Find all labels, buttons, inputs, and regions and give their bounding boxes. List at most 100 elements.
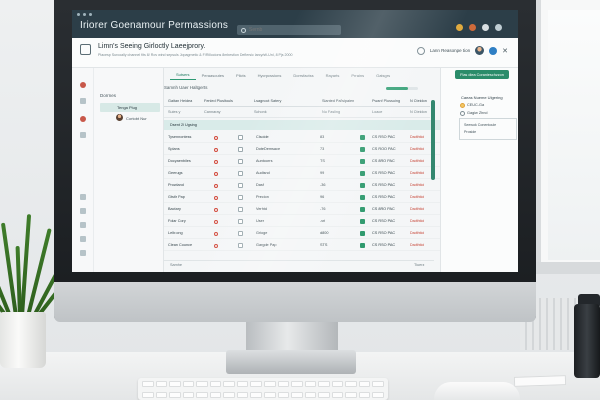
alert-icon[interactable] [469, 24, 476, 31]
row-date: CS RSO PAC [372, 231, 396, 235]
filter-cell[interactable]: Suies y [168, 110, 180, 114]
row-category: Grioge [256, 231, 268, 235]
row-checkbox-enabled[interactable] [360, 147, 365, 152]
avatar[interactable] [475, 46, 485, 55]
tab-prrains[interactable]: Prrains [345, 73, 370, 80]
home-rail-icon[interactable] [80, 98, 86, 104]
tree-section[interactable]: Dorrnes [100, 93, 116, 98]
col-header[interactable]: Sianted Pal'sipaien [322, 99, 354, 103]
close-dot-icon[interactable] [77, 13, 80, 16]
gear-rail-icon[interactable] [80, 250, 86, 256]
bird-rail-icon[interactable] [80, 236, 86, 242]
window-controls[interactable] [77, 13, 92, 16]
table-row[interactable]: Folar Cory User -vri CS RSO PAC Dadthtioi [164, 216, 454, 227]
search-input[interactable] [249, 27, 339, 33]
tab-permissions[interactable]: Peraasoutes [196, 73, 230, 80]
table-row[interactable]: Docyaenbiles Auntoorrs TS CS 8RO PAC Dadthti… [164, 156, 454, 167]
help-icon[interactable] [482, 24, 489, 31]
tab-expressions[interactable]: Hycrpcssions [252, 73, 288, 80]
table-row[interactable]: Clean Counce Gargde Pap STS CS RSO PAC Dadth… [164, 240, 454, 251]
row-checkbox-enabled[interactable] [360, 219, 365, 224]
monitor-base [226, 350, 356, 374]
row-checkbox-enabled[interactable] [360, 195, 365, 200]
row-category: Dasf [256, 183, 264, 187]
scrollbar[interactable] [431, 100, 435, 180]
profile-rail-icon[interactable] [80, 82, 86, 88]
table-row[interactable]: Gtstlr Pap Precion 96 CS RSO PAC Dadthtioi [164, 192, 454, 203]
doc-rail-icon[interactable] [80, 194, 86, 200]
col-header[interactable]: Lsagnoct Satery [254, 99, 281, 103]
row-number: 99 [320, 171, 325, 175]
row-checkbox-enabled[interactable] [360, 207, 365, 212]
filter-cell[interactable]: Nu Fasling [322, 110, 340, 114]
maximize-dot-icon[interactable] [89, 13, 92, 16]
radio-option-2[interactable] [460, 111, 465, 116]
tree-item[interactable]: Cortobt Nur [126, 116, 147, 121]
notification-icon[interactable] [456, 24, 463, 31]
tab-policies[interactable]: Plicts [230, 73, 252, 80]
row-number: STS [320, 243, 328, 247]
row-checkbox[interactable] [238, 171, 243, 176]
row-checkbox-enabled[interactable] [360, 231, 365, 236]
row-name: Geerugs [168, 171, 183, 175]
star-rail-icon[interactable] [80, 132, 86, 138]
close-icon[interactable]: ✕ [502, 47, 508, 55]
status-dot-icon [214, 159, 218, 164]
filter-cell[interactable]: Loace [372, 110, 382, 114]
main-panel: Samnh Uaer Haltgerts Gaitan Heidea Fenle… [164, 80, 454, 272]
chart-rail-icon[interactable] [80, 222, 86, 228]
footer-right[interactable]: Tiuerz [414, 263, 424, 267]
radio-label-1: CEUC-Ga [467, 103, 485, 107]
row-checkbox[interactable] [238, 195, 243, 200]
row-checkbox[interactable] [238, 207, 243, 212]
settings-icon[interactable] [495, 24, 502, 31]
grid-rail-icon[interactable] [80, 208, 86, 214]
row-date: CS RSO PAC [372, 183, 396, 187]
radio-option-1[interactable] [460, 103, 465, 108]
share-icon[interactable] [489, 46, 498, 55]
progress-fill [386, 87, 409, 90]
table-row[interactable]: Bactary Verhtd -76 CS 8RO PAC Dadthtioi [164, 204, 454, 215]
tab-users[interactable]: Sutsers [170, 72, 196, 80]
col-header[interactable]: N Cteidon [410, 99, 427, 103]
col-header[interactable]: Fenled Plusltouls [204, 99, 233, 103]
primary-action-button[interactable]: Flas diea Coranieschzzon [455, 70, 509, 79]
filter-cell[interactable]: N Cteidon [410, 110, 427, 114]
tab-groups[interactable]: Gatsgrs [370, 73, 396, 80]
icon-rail [72, 68, 94, 272]
col-header[interactable]: Gaitan Heidea [168, 99, 192, 103]
tab-reports[interactable]: Rayarts [320, 73, 346, 80]
row-checkbox-enabled[interactable] [360, 243, 365, 248]
tab-dorrsfactss[interactable]: Dorrsfactss [287, 73, 319, 80]
row-checkbox-enabled[interactable] [360, 135, 365, 140]
row-checkbox[interactable] [238, 147, 243, 152]
table-row[interactable]: Prowland Dasf -36 CS RSO PAC Dadthtioi [164, 180, 454, 191]
row-checkbox-enabled[interactable] [360, 183, 365, 188]
tree-item-selected[interactable]: Tenga Plug [100, 103, 160, 112]
option-box[interactable]: Seewok Conentoule Proside [459, 118, 517, 140]
search-box[interactable] [237, 25, 341, 35]
row-checkbox-enabled[interactable] [360, 171, 365, 176]
minimize-dot-icon[interactable] [83, 13, 86, 16]
row-checkbox[interactable] [238, 135, 243, 140]
row-checkbox[interactable] [238, 183, 243, 188]
row-checkbox[interactable] [238, 231, 243, 236]
row-checkbox-enabled[interactable] [360, 159, 365, 164]
row-checkbox[interactable] [238, 159, 243, 164]
status-dot-icon [214, 135, 218, 140]
table-row[interactable]: Geerugs Audisnd 99 CS RSO PAC Dadthtioi [164, 168, 454, 179]
table-row[interactable]: Splans DoteDemsace 73 CS ROO PAC Dadthtioi [164, 144, 454, 155]
selected-row[interactable]: Dsent 2l Ugsing [164, 120, 454, 130]
table-row[interactable]: Lelb:ong Grioge d800 CS RSO PAC Dadthtioi [164, 228, 454, 239]
row-checkbox[interactable] [238, 243, 243, 248]
user-rail-icon[interactable] [80, 116, 86, 122]
filter-cell[interactable]: Cannaray [204, 110, 220, 114]
status-dot-icon [214, 147, 218, 152]
filter-cell[interactable]: Schonk [254, 110, 267, 114]
row-number: -76 [320, 207, 326, 211]
info-icon[interactable] [416, 46, 425, 55]
footer-left[interactable]: Samhe [170, 263, 182, 267]
table-row[interactable]: Tysennontess Clsoide 83 CS RSO PAC Dadthtioi [164, 132, 454, 143]
row-checkbox[interactable] [238, 219, 243, 224]
col-header[interactable]: Pwanf Plussuing [372, 99, 400, 103]
